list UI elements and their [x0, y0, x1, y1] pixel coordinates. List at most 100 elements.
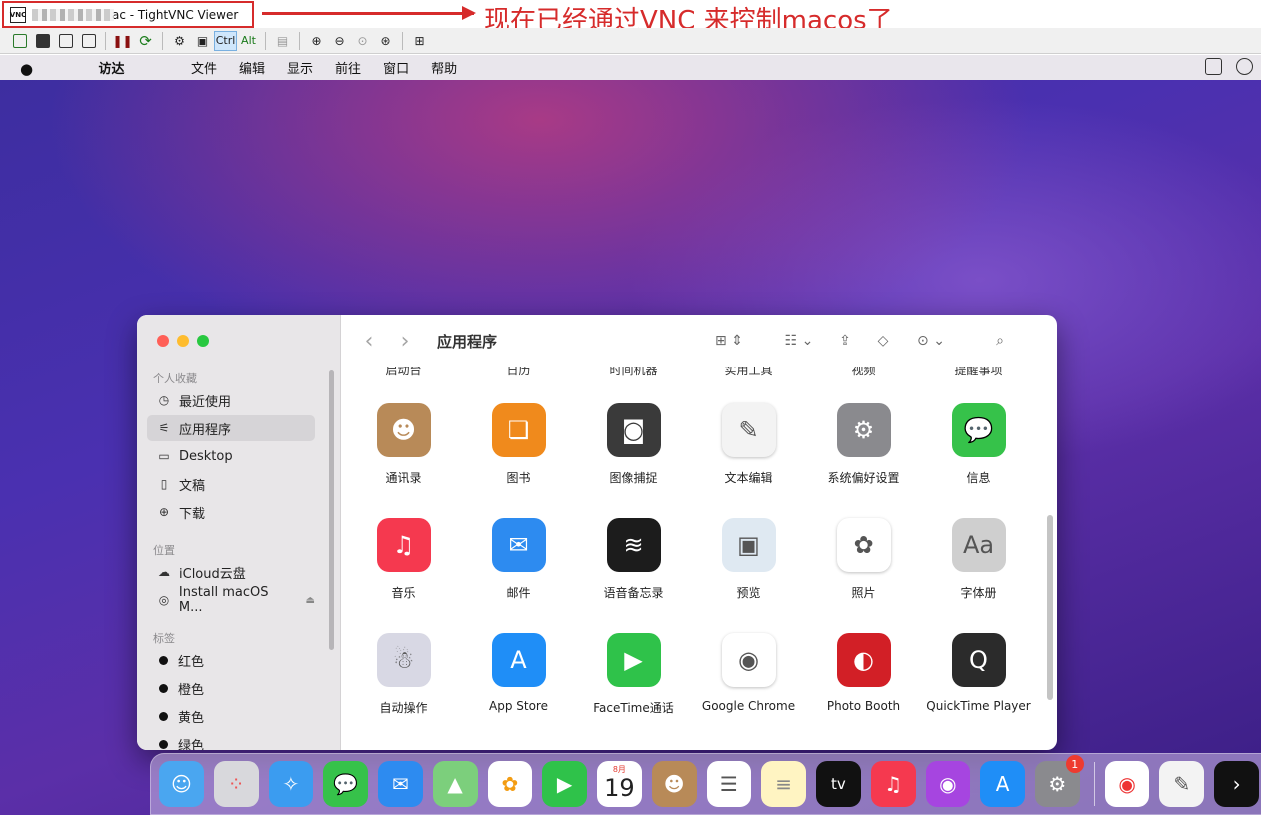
screen-mirroring-icon[interactable]: [1205, 58, 1222, 75]
ctrl-alt-del-icon[interactable]: ⚙: [168, 31, 191, 51]
sidebar-tag-orange[interactable]: 橙色: [147, 675, 315, 701]
app-item[interactable]: ≋ 语音备忘录: [576, 518, 691, 601]
app-item[interactable]: ◉ Google Chrome: [691, 633, 806, 716]
app-label[interactable]: 实用工具: [691, 367, 806, 378]
sidebar-item-desktop[interactable]: ▭ Desktop: [147, 443, 315, 469]
sidebar-item-applications[interactable]: ⚟ 应用程序: [147, 415, 315, 441]
icon-view-icon[interactable]: ⊞ ⇕: [709, 331, 749, 351]
menu-window[interactable]: 窗口: [383, 58, 409, 77]
calendar-icon[interactable]: 8月 19: [597, 761, 642, 807]
app-item[interactable]: Q QuickTime Player: [921, 633, 1036, 716]
app-item[interactable]: Aa 字体册: [921, 518, 1036, 601]
photo-booth-icon: ◐: [836, 633, 891, 687]
info-icon[interactable]: [77, 31, 100, 51]
sidebar-tag-yellow[interactable]: 黄色: [147, 703, 315, 729]
app-item[interactable]: ✉ 邮件: [461, 518, 576, 601]
sidebar-item-downloads[interactable]: ⊕ 下载: [147, 499, 315, 525]
app-item[interactable]: ◙ 图像捕捉: [576, 403, 691, 486]
facetime-icon[interactable]: ▶: [542, 761, 587, 807]
eject-icon[interactable]: ⏏: [306, 595, 315, 606]
mail-icon[interactable]: ✉: [378, 761, 423, 807]
launchpad-icon[interactable]: ⁘: [213, 761, 259, 807]
group-by-icon[interactable]: ☷ ⌄: [775, 331, 823, 351]
zoom-100-icon[interactable]: ⊙: [351, 31, 374, 51]
search-icon[interactable]: ⌕: [989, 331, 1011, 351]
user-account-icon[interactable]: [1236, 58, 1253, 75]
apple-menu-icon[interactable]: ●: [20, 60, 34, 78]
sidebar-tag-red[interactable]: 红色: [147, 647, 315, 673]
reminders-icon[interactable]: ☰: [706, 761, 752, 807]
podcasts-icon[interactable]: ◉: [925, 761, 971, 807]
app-item[interactable]: ⚙ 系统偏好设置: [806, 403, 921, 486]
app-item[interactable]: ♫ 音乐: [346, 518, 461, 601]
zoom-fit-icon[interactable]: ⊛: [374, 31, 397, 51]
app-label[interactable]: 启动台: [346, 367, 461, 378]
photos-icon[interactable]: ✿: [487, 761, 533, 807]
menu-view[interactable]: 显示: [287, 58, 313, 77]
textedit-icon[interactable]: ✎: [1159, 761, 1205, 807]
back-chevron-icon[interactable]: ‹: [351, 329, 387, 354]
app-item[interactable]: A App Store: [461, 633, 576, 716]
sidebar-scrollbar[interactable]: [329, 370, 334, 650]
options-icon[interactable]: [54, 31, 77, 51]
app-label[interactable]: 视频: [806, 367, 921, 378]
menu-file[interactable]: 文件: [191, 58, 217, 77]
system-preferences-icon[interactable]: ⚙ 1: [1035, 755, 1084, 807]
alt-key-button[interactable]: Alt: [237, 31, 260, 51]
app-label[interactable]: 时间机器: [576, 367, 691, 378]
more-actions-icon[interactable]: ⊙ ⌄: [913, 331, 949, 351]
sidebar-tag-green[interactable]: 绿色: [147, 731, 315, 750]
zoom-in-icon[interactable]: ⊕: [305, 31, 328, 51]
clipboard-icon[interactable]: ▤: [271, 31, 294, 51]
content-scrollbar[interactable]: [1047, 515, 1053, 700]
app-item[interactable]: 💬 信息: [921, 403, 1036, 486]
app-item[interactable]: ▣ 预览: [691, 518, 806, 601]
app-item[interactable]: ✎ 文本编辑: [691, 403, 806, 486]
app-item[interactable]: ☻ 通讯录: [346, 403, 461, 486]
contacts-icon[interactable]: ☻: [651, 761, 697, 807]
close-window-button[interactable]: [157, 335, 169, 347]
minimize-window-button[interactable]: [177, 335, 189, 347]
app-item[interactable]: ◐ Photo Booth: [806, 633, 921, 716]
app-item[interactable]: ☃ 自动操作: [346, 633, 461, 716]
save-icon[interactable]: [31, 31, 54, 51]
messages-icon[interactable]: 💬: [323, 761, 368, 807]
forward-chevron-icon[interactable]: ›: [387, 329, 423, 354]
zoom-out-icon[interactable]: ⊖: [328, 31, 351, 51]
app-item[interactable]: ✿ 照片: [806, 518, 921, 601]
app-label: 音乐: [391, 586, 416, 600]
pause-icon[interactable]: ❚❚: [111, 31, 134, 51]
maps-icon[interactable]: ▲: [432, 761, 478, 807]
notes-icon[interactable]: ≡: [761, 761, 806, 807]
music-icon[interactable]: ♫: [870, 761, 916, 807]
apple-tv-icon[interactable]: tv: [816, 761, 861, 807]
zoom-window-button[interactable]: [197, 335, 209, 347]
menu-edit[interactable]: 编辑: [239, 58, 265, 77]
share-icon[interactable]: ⇪: [833, 331, 857, 351]
menu-go[interactable]: 前往: [335, 58, 361, 77]
contacts-icon: ☻: [376, 403, 431, 457]
refresh-icon[interactable]: ⟳: [134, 31, 157, 51]
app-store-icon[interactable]: A: [980, 761, 1025, 807]
safari-icon[interactable]: ✧: [268, 761, 314, 807]
win-key-icon[interactable]: ▣: [191, 31, 214, 51]
sidebar-item-label: Install macOS M...: [178, 585, 269, 615]
app-item[interactable]: ▶ FaceTime通话: [576, 633, 691, 716]
finder-icon[interactable]: ☺: [159, 761, 204, 807]
new-connection-icon[interactable]: [8, 31, 31, 51]
menu-finder[interactable]: 访达: [54, 58, 169, 77]
sidebar-item-recents[interactable]: ◷ 最近使用: [147, 387, 315, 413]
ctrl-key-button[interactable]: Ctrl: [214, 30, 237, 51]
terminal-icon[interactable]: ›: [1214, 761, 1259, 807]
applications-icon: ⚟: [158, 421, 170, 435]
tag-icon[interactable]: ◇: [871, 331, 895, 351]
app-item[interactable]: ❏ 图书: [461, 403, 576, 486]
app-label[interactable]: 日历: [461, 367, 576, 378]
chrome-icon[interactable]: ◉: [1104, 761, 1150, 807]
menu-help[interactable]: 帮助: [431, 58, 457, 77]
sidebar-item-documents[interactable]: ▯ 文稿: [147, 471, 315, 497]
app-label[interactable]: 提醒事项: [921, 367, 1036, 378]
fullscreen-icon[interactable]: ⊞: [408, 31, 431, 51]
sidebar-item-icloud[interactable]: ☁ iCloud云盘: [147, 559, 315, 585]
sidebar-item-install-macos[interactable]: ◎ Install macOS M... ⏏: [147, 585, 315, 615]
